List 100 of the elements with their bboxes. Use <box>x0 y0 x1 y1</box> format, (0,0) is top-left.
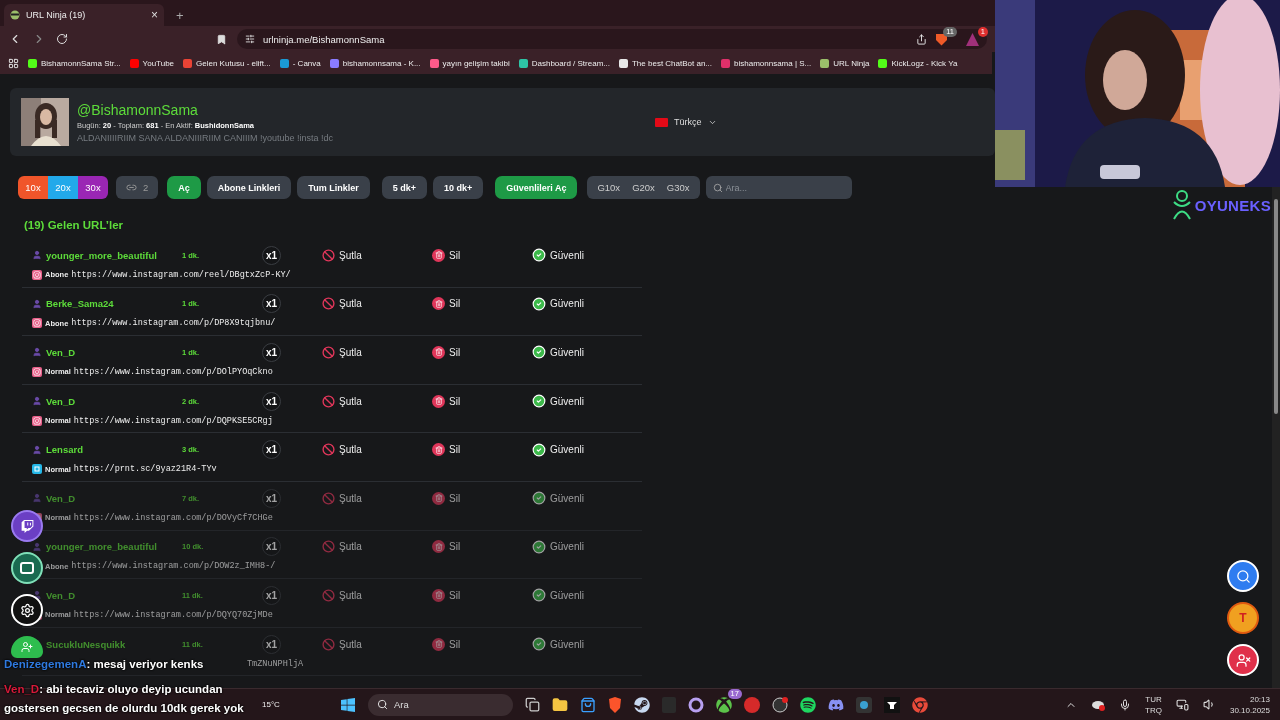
safe-button[interactable]: Güvenli <box>532 491 642 506</box>
new-tab-button[interactable]: + <box>170 8 190 26</box>
mic-icon[interactable] <box>1119 698 1132 711</box>
bookmark-item[interactable]: URL Ninja <box>820 58 870 68</box>
url-link[interactable]: https://www.instagram.com/p/DQPKSE5CRgj <box>73 415 273 426</box>
delete-button[interactable]: Sil <box>432 346 532 359</box>
record-icon[interactable] <box>771 696 788 713</box>
site-settings-icon[interactable] <box>245 34 255 44</box>
filter-button[interactable]: Güvenlileri Aç <box>495 176 578 199</box>
shield-icon[interactable] <box>935 32 948 46</box>
bookmark-item[interactable]: - Canva <box>279 58 321 68</box>
scrollbar[interactable] <box>1272 187 1280 688</box>
bookmark-item[interactable]: BishamonnSama Str... <box>28 58 121 68</box>
g-filter-button[interactable]: G20x <box>626 176 661 199</box>
ban-icon <box>322 491 335 505</box>
browser-icon[interactable] <box>911 696 928 713</box>
url-link[interactable]: TmZNuNPHljA <box>247 658 304 669</box>
safe-button[interactable]: Güvenli <box>532 296 642 311</box>
volume-icon[interactable] <box>1202 698 1216 711</box>
start-icon[interactable] <box>339 696 356 713</box>
safe-button[interactable]: Güvenli <box>532 442 642 457</box>
url-link[interactable]: https://prnt.sc/9yaz21R4-TYv <box>73 464 217 475</box>
safe-button[interactable]: Güvenli <box>532 394 642 409</box>
bookmark-item[interactable]: Gelen Kutusu - elift... <box>183 58 271 68</box>
url-link[interactable]: https://www.instagram.com/p/DOW2z_IMH8-/ <box>71 561 276 572</box>
spotify-icon[interactable] <box>799 696 816 713</box>
safe-button[interactable]: Güvenli <box>532 345 642 360</box>
bookmark-item[interactable]: bishamonnsama - K... <box>329 58 421 68</box>
chat-bubble-button[interactable] <box>11 510 43 542</box>
link-count-button[interactable]: 2 <box>116 176 159 199</box>
language-indicator[interactable]: TUR TRQ <box>1145 693 1162 716</box>
bookmark-item[interactable]: KickLogz - Kick Ya <box>878 58 958 68</box>
filter-button[interactable]: Tum Linkler <box>297 176 370 199</box>
url-link[interactable]: https://www.instagram.com/p/DQYQ70ZjMDe <box>73 609 273 620</box>
delete-button[interactable]: Sil <box>432 443 532 457</box>
store-icon[interactable] <box>579 696 596 713</box>
language-selector[interactable]: Türkçe <box>655 117 717 127</box>
network-icon[interactable] <box>1175 698 1189 711</box>
bookmark-item[interactable]: Dashboard / Stream... <box>518 58 610 68</box>
search-field[interactable]: Ara... <box>705 176 852 199</box>
search-button[interactable] <box>1227 560 1259 592</box>
filter-button[interactable]: 10 dk+ <box>432 176 484 199</box>
settings-button[interactable] <box>11 594 43 626</box>
skip-button[interactable]: Şutla <box>322 443 432 457</box>
share-icon[interactable] <box>916 33 927 45</box>
skip-button[interactable]: Şutla <box>322 394 432 408</box>
bookmark-icon[interactable] <box>216 33 227 45</box>
trash-icon <box>432 491 445 505</box>
delete-button[interactable]: Sil <box>432 588 532 602</box>
g-filter-button[interactable]: G30x <box>660 176 696 199</box>
browser-tab[interactable]: URL Ninja (19) × <box>4 4 164 26</box>
skip-button[interactable]: Şutla <box>322 346 432 359</box>
triangle-icon[interactable] <box>966 32 979 46</box>
add-user-button[interactable] <box>11 636 43 658</box>
safe-button[interactable]: Güvenli <box>532 539 642 554</box>
filter-button[interactable]: 5 dk+ <box>381 176 427 199</box>
skip-button[interactable]: Şutla <box>322 491 432 505</box>
filter-button[interactable]: Abone Linkleri <box>206 176 292 199</box>
ring-icon[interactable] <box>687 696 704 713</box>
skip-button[interactable]: Şutla <box>322 248 432 262</box>
clock[interactable]: 20:13 30.10.2025 <box>1229 693 1270 716</box>
apps-icon[interactable] <box>8 57 19 69</box>
xbox-icon[interactable] <box>715 696 732 713</box>
delete-button[interactable]: Sil <box>432 540 532 554</box>
delete-button[interactable]: Sil <box>432 637 532 651</box>
g-filter-button[interactable]: G10x <box>591 176 627 199</box>
steam-icon[interactable] <box>633 696 650 713</box>
count-badge: x1 <box>262 585 281 605</box>
safe-button[interactable]: Güvenli <box>532 588 642 603</box>
user-icon <box>32 250 42 261</box>
multiplier-button[interactable]: 30x <box>78 176 108 199</box>
delete-button[interactable]: Sil <box>432 491 532 505</box>
bookmark-item[interactable]: The best ChatBot an... <box>618 58 712 68</box>
skip-button[interactable]: Şutla <box>322 540 432 554</box>
taskbar-search-field[interactable]: Ara <box>367 693 513 716</box>
filter-button[interactable]: Aç <box>167 176 201 199</box>
bookmark-item[interactable]: YouTube <box>129 58 175 68</box>
delete-button[interactable]: Sil <box>432 394 532 408</box>
safe-button[interactable]: Güvenli <box>532 248 642 263</box>
close-tab-button[interactable]: × <box>151 8 158 22</box>
skip-button[interactable]: Şutla <box>322 297 432 311</box>
task-view-icon[interactable] <box>524 697 540 712</box>
reload-icon[interactable] <box>56 33 68 45</box>
cloud-icon[interactable] <box>1091 698 1106 711</box>
url-link[interactable]: https://www.instagram.com/p/DOlPYOqCkno <box>73 367 273 377</box>
url-link[interactable]: https://www.instagram.com/p/DOVyCf7CHGe <box>73 512 273 523</box>
skip-button[interactable]: Şutla <box>322 637 432 651</box>
block-user-button[interactable] <box>1227 644 1259 676</box>
discord-icon[interactable] <box>827 696 844 713</box>
bookmark-item[interactable]: yayın gelişim takibi <box>429 58 510 68</box>
delete-button[interactable]: Sil <box>432 248 532 262</box>
folder-icon[interactable] <box>551 696 568 713</box>
robot-button[interactable] <box>11 552 43 584</box>
skip-button[interactable]: Şutla <box>322 588 432 602</box>
url-link[interactable]: https://www.instagram.com/reel/DBgtxZcP-KY/ <box>71 269 291 280</box>
delete-button[interactable]: Sil <box>432 297 532 311</box>
url-link[interactable]: https://www.instagram.com/p/DP8X9tqjbnu/ <box>71 318 276 329</box>
bookmark-item[interactable]: bishamonnsama | S... <box>721 58 812 68</box>
safe-button[interactable]: Güvenli <box>532 637 642 652</box>
ban-icon <box>322 346 335 359</box>
